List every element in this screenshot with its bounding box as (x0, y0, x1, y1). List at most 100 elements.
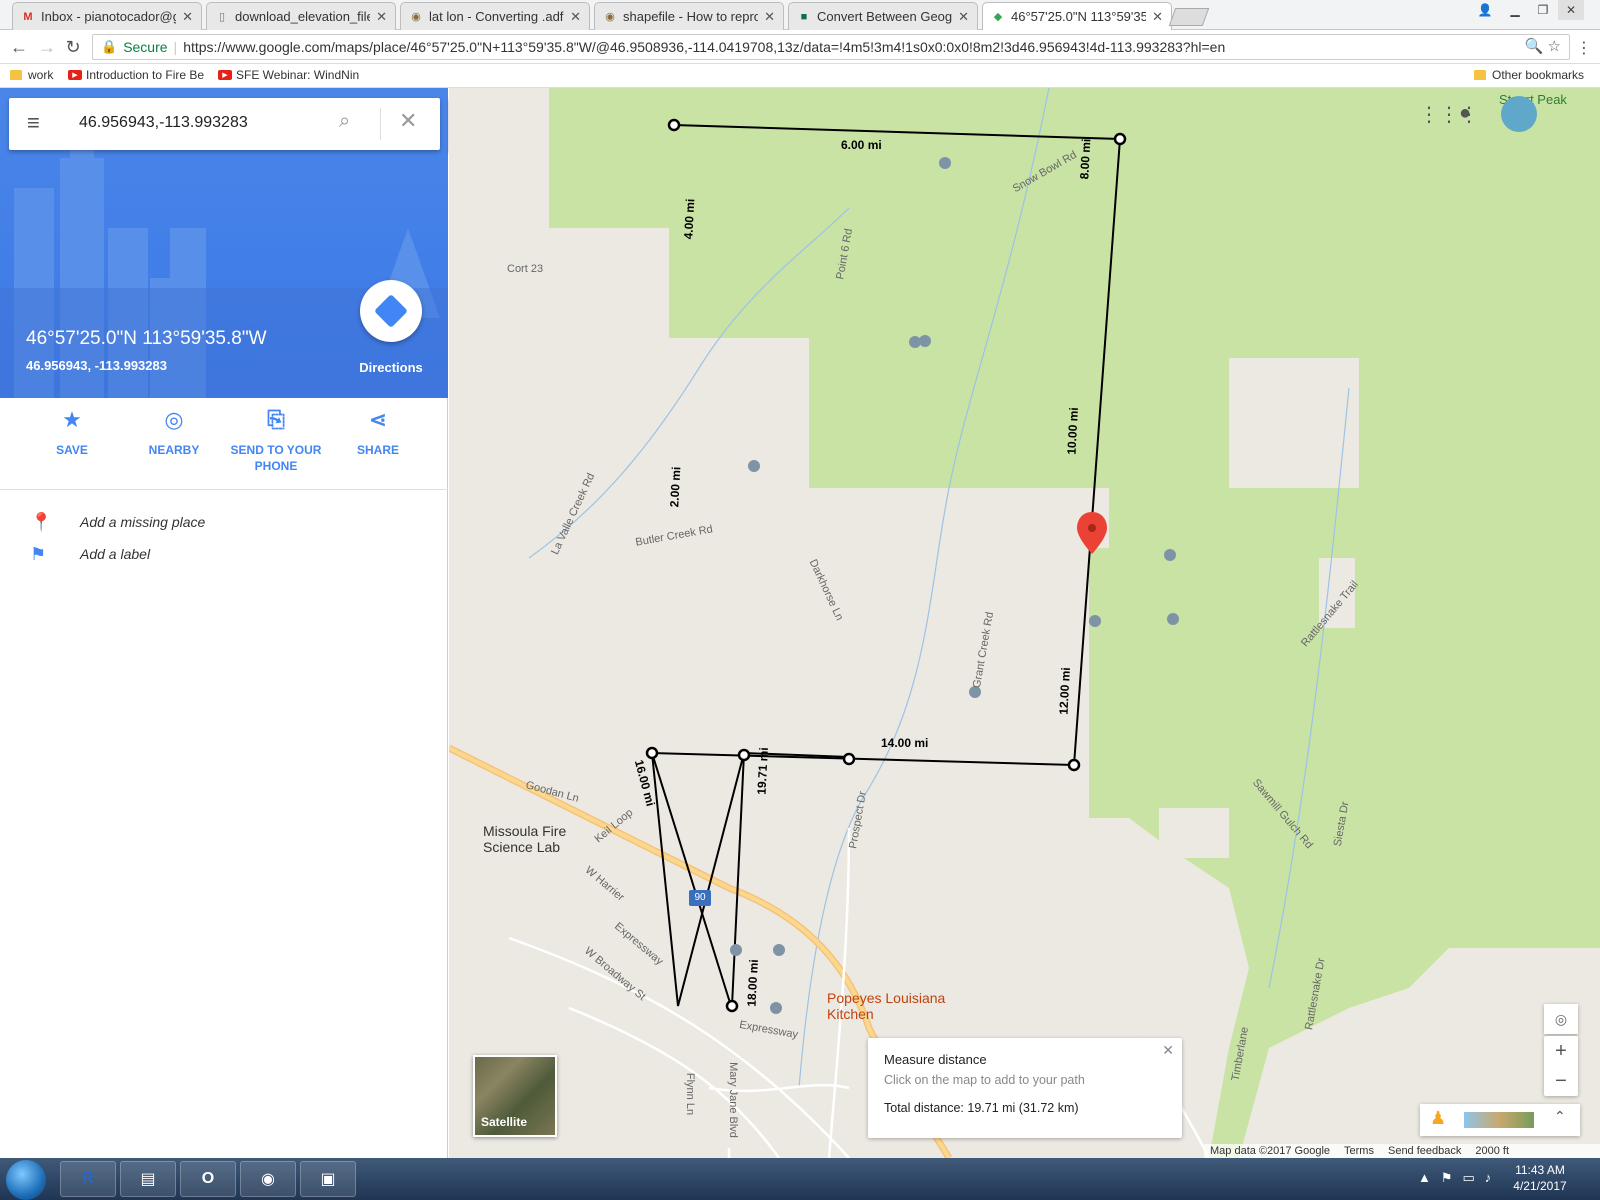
road-label: Cort 23 (507, 263, 544, 275)
close-icon[interactable]: ✕ (182, 9, 193, 25)
map-attribution: Map data ©2017 Google (1210, 1145, 1331, 1157)
close-icon[interactable]: ✕ (376, 9, 387, 25)
measure-total: Total distance: 19.71 mi (31.72 km) (884, 1101, 1079, 1115)
scale-label[interactable]: 2000 ft (1475, 1145, 1509, 1157)
popeyes-poi[interactable]: Popeyes Louisiana Kitchen (827, 990, 967, 1022)
google-maps-icon: ◆ (993, 11, 1003, 23)
zoom-control: + − (1544, 1036, 1578, 1096)
bookmark-webinar[interactable]: ▶ SFE Webinar: WindNin (218, 68, 359, 82)
r-app-icon[interactable]: R (60, 1161, 116, 1197)
user-icon[interactable]: 👤 (1472, 0, 1498, 20)
map-canvas[interactable]: Stuart Peak ⋮⋮⋮ ● Cort 23 Snow Bowl Rd P… (449, 88, 1600, 1158)
nearby-button[interactable]: ◎ NEARBY (124, 407, 224, 458)
zoom-star-icons[interactable]: 🔍 ☆ (1525, 37, 1561, 55)
my-location-icon[interactable]: ◎ (1544, 1004, 1578, 1034)
close-icon[interactable]: ✕ (399, 108, 417, 134)
highway-label: 90 (694, 892, 706, 903)
menu-icon[interactable]: ≡ (27, 112, 49, 134)
measure-label: 8.00 mi (1077, 138, 1094, 180)
pegman-and-imagery-control[interactable]: ♟ ⌃ (1420, 1104, 1580, 1136)
extra-label: Add a missing place (80, 514, 206, 530)
lock-icon: 🔒 (101, 39, 118, 54)
measure-hint: Click on the map to add to your path (884, 1073, 1085, 1087)
menu-icon[interactable]: ⋮ (1576, 38, 1592, 58)
file-explorer-icon[interactable]: ▤ (120, 1161, 176, 1197)
system-tray-icons[interactable]: ▲⚑▭♪ (1418, 1170, 1501, 1186)
save-button[interactable]: ★ SAVE (22, 409, 122, 458)
tab-google-maps[interactable]: ◆ 46°57'25.0"N 113°59'35.8 ✕ (982, 2, 1172, 30)
pegman-icon[interactable]: ♟ (1430, 1108, 1446, 1129)
notifications-icon[interactable]: ● (1459, 102, 1471, 125)
minimize-icon[interactable]: ▁ (1502, 0, 1528, 20)
search-box: ≡ 46.956943,-113.993283 ⌕ ✕ (9, 98, 440, 150)
bookmark-work[interactable]: work (10, 68, 53, 82)
tab-convert-geographic[interactable]: ■ Convert Between Geogra ✕ (788, 2, 978, 30)
youtube-icon: ▶ (218, 70, 232, 80)
clock[interactable]: 11:43 AM 4/21/2017 (1504, 1162, 1576, 1194)
search-icon[interactable]: ⌕ (339, 110, 350, 133)
close-icon[interactable]: ✕ (1152, 9, 1163, 25)
zoom-out-button[interactable]: − (1544, 1066, 1578, 1096)
satellite-label: Satellite (481, 1115, 528, 1129)
terms-link[interactable]: Terms (1344, 1145, 1374, 1157)
share-icon: ⋖ (368, 407, 388, 432)
close-icon[interactable]: ✕ (958, 9, 969, 25)
send-to-phone-icon: ⎘ (267, 407, 285, 432)
chrome-icon[interactable]: ◉ (240, 1161, 296, 1197)
bookmark-fire[interactable]: ▶ Introduction to Fire Be (68, 68, 204, 82)
zoom-in-button[interactable]: + (1544, 1036, 1578, 1066)
reload-icon[interactable]: ↻ (62, 36, 84, 58)
tab-lat-lon[interactable]: ◉ lat lon - Converting .adf ✕ (400, 2, 590, 30)
measure-label: 10.00 mi (1064, 406, 1081, 456)
add-missing-place[interactable]: 📍 Add a missing place (0, 512, 448, 538)
directions-button[interactable] (360, 280, 422, 342)
other-bookmarks[interactable]: Other bookmarks (1474, 68, 1584, 82)
map-layer (449, 88, 1600, 1158)
tab-download-elevation[interactable]: ▯ download_elevation_file. ✕ (206, 2, 396, 30)
send-to-phone-button[interactable]: ⎘ SEND TO YOUR PHONE (226, 407, 326, 474)
gis-stackexchange-icon: ◉ (605, 11, 615, 23)
measure-label: 2.00 mi (667, 466, 684, 508)
road-label: Mary Jane Blvd (726, 1062, 739, 1138)
restore-icon[interactable]: ❐ (1530, 0, 1556, 20)
close-window-icon[interactable]: ✕ (1558, 0, 1584, 20)
tab-label: lat lon - Converting .adf (429, 9, 564, 24)
directions-icon (374, 294, 408, 328)
close-icon[interactable]: ✕ (570, 9, 581, 25)
search-input[interactable]: 46.956943,-113.993283 (79, 114, 248, 132)
directions-label[interactable]: Directions (356, 360, 426, 375)
avatar[interactable] (1501, 96, 1537, 132)
measure-distance-card: ✕ Measure distance Click on the map to a… (868, 1038, 1182, 1138)
action-label: SHARE (356, 443, 399, 457)
imagery-strip[interactable] (1464, 1112, 1534, 1128)
fire-lab-poi[interactable]: Missoula Fire Science Lab (483, 823, 603, 855)
divider: | (173, 39, 178, 55)
feedback-link[interactable]: Send feedback (1388, 1145, 1461, 1157)
start-button[interactable] (6, 1160, 46, 1200)
back-icon[interactable]: ← (8, 36, 30, 58)
nearby-icon: ◎ (164, 407, 184, 432)
close-icon[interactable]: ✕ (1162, 1042, 1174, 1059)
outlook-icon[interactable]: O (180, 1161, 236, 1197)
measure-label: 6.00 mi (841, 138, 882, 152)
add-label[interactable]: ⚑ Add a label (0, 544, 448, 570)
forward-icon[interactable]: → (36, 36, 58, 58)
new-tab-button[interactable] (1168, 8, 1210, 26)
gis-stackexchange-icon: ◉ (411, 11, 421, 23)
tab-label: download_elevation_file. (235, 9, 371, 24)
address-bar[interactable]: 🔒 Secure | https://www.google.com/maps/p… (92, 34, 1570, 60)
place-panel: ≡ 46.956943,-113.993283 ⌕ ✕ 46°57'25.0"N… (0, 88, 448, 1158)
share-button[interactable]: ⋖ SHARE (328, 407, 428, 458)
browser-tab-strip: M Inbox - pianotocador@g ✕ ▯ download_el… (0, 0, 1600, 30)
monitor-app-icon[interactable]: ▣ (300, 1161, 356, 1197)
expand-icon[interactable]: ⌃ (1554, 1108, 1566, 1125)
measure-label: 14.00 mi (881, 736, 929, 750)
tab-gmail[interactable]: M Inbox - pianotocador@g ✕ (12, 2, 202, 30)
divider (380, 108, 381, 140)
folder-icon (10, 70, 22, 80)
close-icon[interactable]: ✕ (764, 9, 775, 25)
measure-title: Measure distance (884, 1052, 987, 1067)
windows-taskbar: R ▤ O ◉ ▣ ▲⚑▭♪ 11:43 AM 4/21/2017 (0, 1158, 1600, 1200)
satellite-toggle[interactable]: Satellite (473, 1055, 557, 1137)
tab-shapefile[interactable]: ◉ shapefile - How to repro ✕ (594, 2, 784, 30)
